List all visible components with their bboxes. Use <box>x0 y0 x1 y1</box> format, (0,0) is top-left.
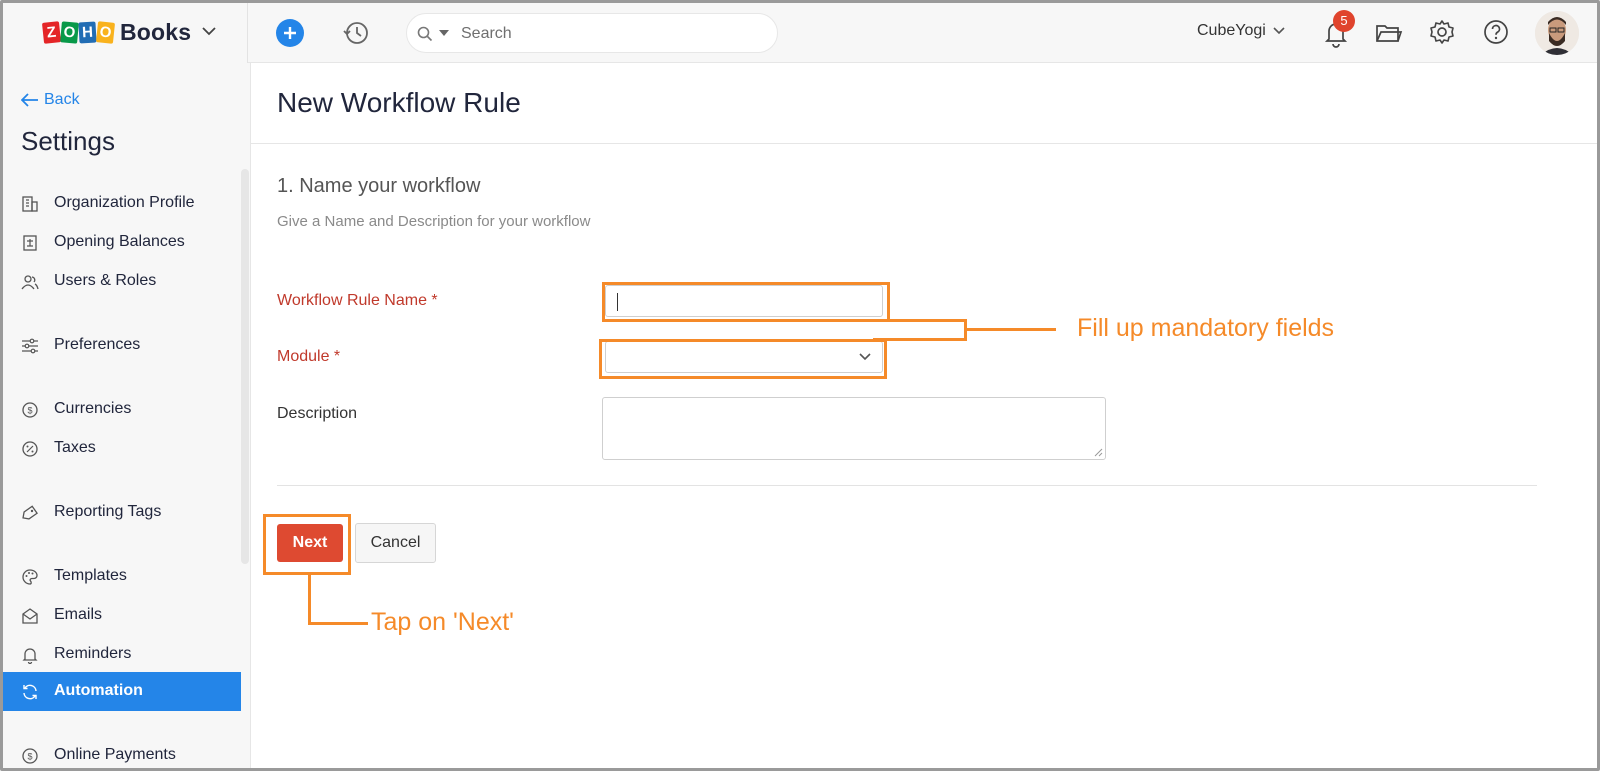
form-divider <box>277 485 1537 486</box>
chevron-down-icon[interactable] <box>199 21 219 41</box>
sidebar-item-opening-balances[interactable]: Opening Balances <box>3 223 241 261</box>
sidebar-item-label: Users & Roles <box>54 272 157 289</box>
sync-icon <box>23 684 37 700</box>
user-avatar[interactable] <box>1535 11 1579 55</box>
sidebar-item-label: Reporting Tags <box>54 503 162 520</box>
sidebar-item-label: Emails <box>54 606 103 623</box>
module-label: Module * <box>277 348 341 365</box>
resize-grip-icon[interactable] <box>1093 447 1103 457</box>
chevron-down-icon <box>1273 27 1285 35</box>
quick-create-button[interactable] <box>276 19 304 47</box>
product-name: Books <box>120 19 192 45</box>
description-label: Description <box>277 405 358 422</box>
sidebar-item-reminders[interactable]: Reminders <box>3 635 241 673</box>
search-icon <box>417 26 433 42</box>
logo-letter: O <box>60 21 79 44</box>
step-title: 1. Name your workflow <box>277 175 481 197</box>
sidebar-item-preferences[interactable]: Preferences <box>3 326 241 364</box>
sidebar-item-taxes[interactable]: Taxes <box>3 429 241 467</box>
mail-icon <box>22 608 38 624</box>
folder-icon[interactable] <box>1373 18 1403 48</box>
sidebar-item-label: Opening Balances <box>54 233 185 250</box>
logo-letter: O <box>95 21 116 44</box>
annotation-connector-line <box>965 328 1056 331</box>
sidebar-item-online-payments[interactable]: $ Online Payments <box>3 736 241 768</box>
back-label: Back <box>44 91 80 108</box>
logo-letter: Z <box>41 21 62 44</box>
sidebar-item-automation[interactable]: Automation <box>3 672 241 711</box>
sliders-icon <box>22 338 38 354</box>
arrow-left-icon <box>21 93 38 107</box>
annotation-highlight-module <box>599 339 887 379</box>
users-icon <box>21 275 39 290</box>
annotation-highlight-name <box>602 282 890 322</box>
org-switcher[interactable]: CubeYogi <box>1197 22 1286 40</box>
zoho-books-logo[interactable]: Z O H O Books <box>41 19 192 46</box>
sidebar-item-users-roles[interactable]: Users & Roles <box>3 262 241 300</box>
percent-icon <box>22 441 38 457</box>
sidebar-scrollbar[interactable] <box>241 169 249 564</box>
brand-area: Z O H O Books <box>3 3 248 63</box>
top-bar: Z O H O Books CubeYogi <box>3 3 1597 63</box>
svg-text:$: $ <box>27 406 32 416</box>
tag-icon <box>22 505 38 520</box>
sidebar-item-label: Taxes <box>54 439 96 456</box>
annotation-connector-vertical <box>308 575 311 625</box>
plus-icon <box>284 27 296 39</box>
settings-sidebar: Back Settings Organization Profile Openi… <box>3 63 251 768</box>
avatar-image <box>1535 11 1579 55</box>
gear-icon[interactable] <box>1427 17 1457 47</box>
sidebar-item-organization-profile[interactable]: Organization Profile <box>3 184 241 222</box>
history-icon[interactable] <box>341 18 371 48</box>
search-bar[interactable] <box>406 13 778 53</box>
sidebar-item-label: Organization Profile <box>54 194 195 211</box>
help-icon[interactable] <box>1481 17 1511 47</box>
notification-badge: 5 <box>1333 10 1355 32</box>
svg-text:$: $ <box>27 752 32 762</box>
sidebar-title: Settings <box>21 126 115 156</box>
main-content: New Workflow Rule 1. Name your workflow … <box>251 63 1597 768</box>
sidebar-item-label: Reminders <box>54 645 132 662</box>
annotation-next-callout: Tap on 'Next' <box>371 608 514 636</box>
back-link[interactable]: Back <box>21 91 80 109</box>
logo-letter: H <box>78 21 97 44</box>
palette-icon <box>22 569 38 585</box>
workflow-name-label: Workflow Rule Name * <box>277 292 438 309</box>
search-input[interactable] <box>461 22 761 46</box>
currency-icon: $ <box>22 402 38 418</box>
caret-down-icon[interactable] <box>438 28 450 38</box>
sidebar-item-label: Templates <box>54 567 127 584</box>
step-subtitle: Give a Name and Description for your wor… <box>277 213 591 230</box>
annotation-connector-horizontal <box>308 622 368 625</box>
app-window: Z O H O Books CubeYogi <box>0 0 1600 771</box>
sidebar-item-emails[interactable]: Emails <box>3 596 241 634</box>
ledger-icon <box>23 235 37 251</box>
annotation-highlight-next <box>263 514 351 575</box>
description-textarea[interactable] <box>602 397 1106 460</box>
sidebar-item-currencies[interactable]: $ Currencies <box>3 390 241 428</box>
cancel-button[interactable]: Cancel <box>355 523 436 563</box>
sidebar-item-label: Preferences <box>54 336 141 353</box>
annotation-connector-box <box>873 319 967 341</box>
annotation-fields-callout: Fill up mandatory fields <box>1077 314 1335 342</box>
building-icon <box>22 196 38 212</box>
page-header: New Workflow Rule <box>251 63 1597 144</box>
page-title: New Workflow Rule <box>277 87 521 118</box>
sidebar-item-label: Online Payments <box>54 746 176 763</box>
payment-icon: $ <box>22 748 38 764</box>
bell-icon <box>22 648 38 664</box>
sidebar-item-label: Currencies <box>54 400 132 417</box>
sidebar-item-reporting-tags[interactable]: Reporting Tags <box>3 493 241 531</box>
sidebar-item-label: Automation <box>54 682 143 699</box>
org-name: CubeYogi <box>1197 22 1266 39</box>
sidebar-item-templates[interactable]: Templates <box>3 557 241 595</box>
